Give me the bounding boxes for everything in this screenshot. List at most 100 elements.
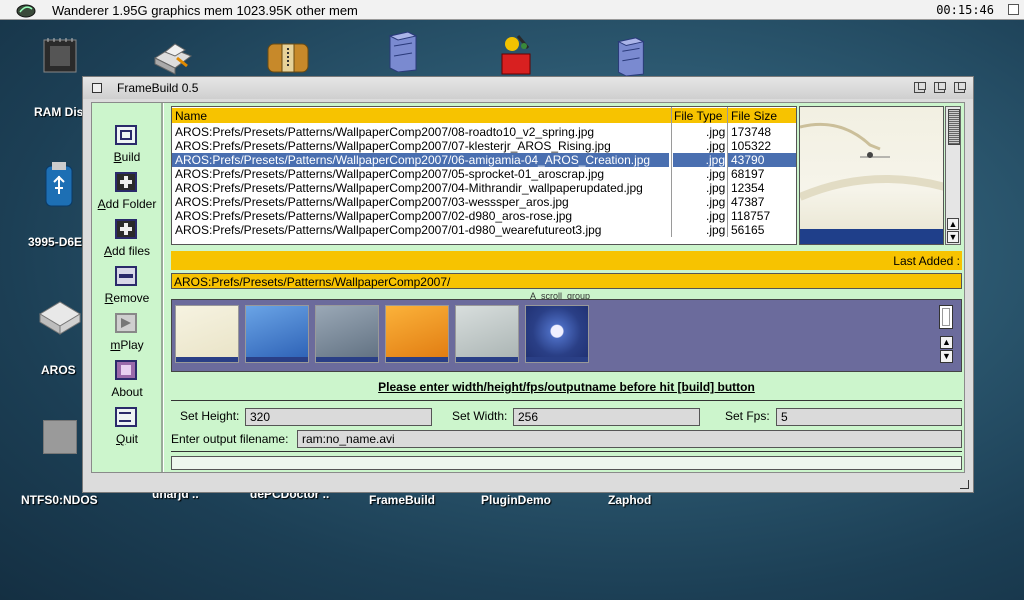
desktop-icon-label: 3995-D6E: [28, 235, 83, 249]
plus-icon: [115, 219, 137, 239]
desktop-icon-pcdoctor[interactable]: [260, 36, 320, 76]
height-field[interactable]: 320: [245, 408, 432, 426]
scroll-up-icon[interactable]: ▲: [940, 336, 953, 349]
window-title: FrameBuild 0.5: [117, 81, 199, 95]
window-content: Build Add Folder Add files Remove mPlay …: [91, 102, 965, 473]
about-icon: [115, 360, 137, 380]
last-added-bar: Last Added :: [171, 251, 962, 270]
width-field[interactable]: 256: [513, 408, 700, 426]
status-bar: [171, 456, 962, 470]
archive-icon: [267, 43, 309, 73]
cabinet-icon: [388, 31, 418, 72]
screen-depth-gadget[interactable]: [1008, 4, 1019, 15]
output-filename-field[interactable]: ram:no_name.avi: [297, 430, 962, 448]
about-button[interactable]: About: [92, 360, 162, 400]
thumbnail-scroll-group[interactable]: ▲ ▼: [171, 299, 962, 372]
thumbnail[interactable]: [385, 305, 449, 363]
table-row[interactable]: AROS:Prefs/Presets/Patterns/WallpaperCom…: [172, 223, 796, 237]
column-header-type[interactable]: File Type: [674, 109, 722, 123]
play-icon: [115, 313, 137, 333]
thumbnail[interactable]: [245, 305, 309, 363]
wanderer-logo-icon[interactable]: [16, 2, 36, 18]
thumbnail[interactable]: [175, 305, 239, 363]
table-row[interactable]: AROS:Prefs/Presets/Patterns/WallpaperCom…: [172, 209, 796, 223]
table-row-selected[interactable]: AROS:Prefs/Presets/Patterns/WallpaperCom…: [172, 153, 796, 167]
thumbnail[interactable]: [455, 305, 519, 363]
image-preview: [799, 106, 944, 245]
quit-label: Quit: [115, 432, 139, 446]
last-added-label: Last Added :: [893, 254, 960, 268]
printer-icon: [153, 43, 193, 75]
preview-band: [800, 229, 943, 244]
clock: 00:15:46: [936, 3, 994, 17]
file-list-scrollbar[interactable]: ▲ ▼: [945, 106, 961, 245]
table-row[interactable]: AROS:Prefs/Presets/Patterns/WallpaperCom…: [172, 125, 796, 139]
zoom-icon[interactable]: [934, 82, 946, 93]
build-label: Build: [113, 150, 141, 164]
desktop-icon-plugindemo[interactable]: [496, 32, 536, 76]
table-row[interactable]: AROS:Prefs/Presets/Patterns/WallpaperCom…: [172, 181, 796, 195]
desktop-icon-label: AROS: [41, 363, 76, 377]
desktop-icon-label: NTFS0:NDOS: [21, 493, 98, 507]
cabinet-icon: [617, 37, 645, 76]
framebuild-window: FrameBuild 0.5 Build Add Folder Add file…: [82, 76, 974, 493]
output-label: Enter output filename:: [171, 432, 289, 446]
scroll-knob[interactable]: [948, 109, 960, 145]
fps-field[interactable]: 5: [776, 408, 962, 426]
mplay-label: mPlay: [110, 338, 144, 352]
table-row[interactable]: AROS:Prefs/Presets/Patterns/WallpaperCom…: [172, 167, 796, 181]
add-folder-button[interactable]: Add Folder: [92, 172, 162, 212]
about-label: About: [111, 385, 143, 399]
desktop-icon-framebuild[interactable]: [380, 30, 424, 76]
toolbar-separator: [161, 103, 164, 472]
window-titlebar[interactable]: FrameBuild 0.5: [83, 77, 973, 99]
resize-handle[interactable]: [960, 480, 969, 489]
desktop-icon-label-framebuild: FrameBuild: [369, 493, 436, 507]
thumbnail[interactable]: [525, 305, 589, 363]
paint-icon: [501, 35, 531, 75]
desktop-icon-label-plugindemo: PluginDemo: [481, 493, 552, 507]
width-label: Set Width:: [452, 409, 508, 423]
instruction-text: Please enter width/height/fps/outputname…: [378, 380, 755, 394]
scroll-knob[interactable]: [939, 305, 953, 329]
add-folder-label: Add Folder: [97, 197, 157, 211]
build-button[interactable]: Build: [92, 125, 162, 165]
column-header-size[interactable]: File Size: [731, 109, 777, 123]
desktop-icon-label: RAM Dis: [34, 105, 84, 119]
plus-icon: [115, 172, 137, 192]
height-label: Set Height:: [180, 409, 240, 423]
table-row[interactable]: AROS:Prefs/Presets/Patterns/WallpaperCom…: [172, 195, 796, 209]
depth-icon[interactable]: [954, 82, 966, 93]
quit-icon: [115, 407, 137, 427]
scroll-down-icon[interactable]: ▼: [940, 350, 953, 363]
add-files-button[interactable]: Add files: [92, 219, 162, 259]
divider: [171, 400, 962, 401]
usb-drive-icon: [45, 162, 73, 207]
file-list[interactable]: Name File Type File Size AROS:Prefs/Pres…: [171, 106, 797, 245]
scroll-up-icon[interactable]: ▲: [947, 218, 959, 230]
file-list-header: Name File Type File Size: [172, 108, 796, 123]
menubar: Wanderer 1.95G graphics mem 1023.95K oth…: [0, 0, 1024, 20]
add-files-label: Add files: [103, 244, 151, 258]
menubar-title: Wanderer 1.95G graphics mem 1023.95K oth…: [52, 3, 358, 18]
column-header-name[interactable]: Name: [175, 109, 207, 123]
desktop-icon-zaphod[interactable]: [610, 36, 650, 76]
remove-label: Remove: [104, 291, 150, 305]
iconify-icon[interactable]: [914, 82, 926, 93]
desktop-icon-aros[interactable]: AROS: [30, 296, 90, 386]
volume-icon: [43, 420, 77, 454]
table-row[interactable]: AROS:Prefs/Presets/Patterns/WallpaperCom…: [172, 139, 796, 153]
scroll-down-icon[interactable]: ▼: [947, 231, 959, 243]
fps-label: Set Fps:: [725, 409, 770, 423]
thumbnail-scrollbar[interactable]: ▲ ▼: [937, 303, 957, 367]
desktop-icon-label-zaphod: Zaphod: [608, 493, 652, 507]
quit-button[interactable]: Quit: [92, 407, 162, 447]
close-icon[interactable]: [92, 83, 102, 93]
thumbnail[interactable]: [315, 305, 379, 363]
build-icon: [115, 125, 137, 145]
last-added-path: AROS:Prefs/Presets/Patterns/WallpaperCom…: [171, 273, 962, 289]
mplay-button[interactable]: mPlay: [92, 313, 162, 353]
desktop-icon-unarjd[interactable]: [145, 36, 205, 76]
remove-button[interactable]: Remove: [92, 266, 162, 306]
chip-icon: [43, 38, 77, 73]
